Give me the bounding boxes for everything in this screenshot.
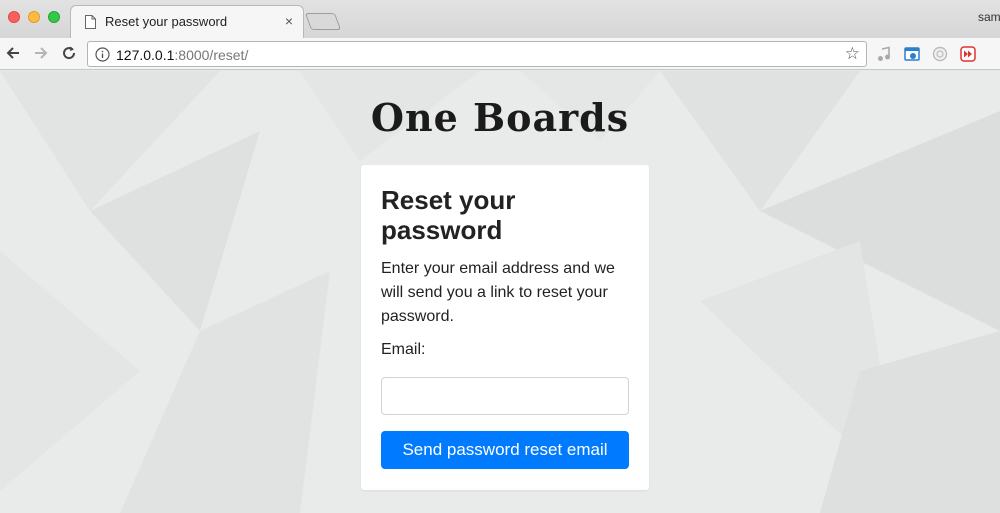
browser-titlebar: Reset your password × sam — [0, 0, 1000, 38]
browser-tab-active[interactable]: Reset your password × — [70, 5, 304, 38]
screenshot-extension-icon[interactable] — [904, 46, 920, 62]
send-reset-email-button[interactable]: Send password reset email — [381, 431, 629, 469]
star-icon[interactable]: ☆ — [845, 44, 860, 64]
reload-icon[interactable] — [60, 44, 78, 62]
forward-arrow-icon[interactable] — [32, 44, 50, 62]
url-path: :8000/reset/ — [174, 47, 249, 63]
fast-forward-extension-icon[interactable] — [960, 46, 976, 62]
music-extension-icon[interactable] — [876, 46, 892, 62]
url-text[interactable]: 127.0.0.1:8000/reset/ — [116, 47, 248, 63]
card-description: Enter your email address and we will sen… — [381, 260, 615, 325]
window-minimize-button[interactable] — [28, 11, 40, 23]
tab-close-icon[interactable]: × — [285, 13, 293, 29]
brand-logo-text[interactable]: One Boards — [0, 95, 1000, 140]
info-icon[interactable] — [95, 47, 110, 62]
address-bar[interactable]: 127.0.0.1:8000/reset/ ☆ — [87, 41, 867, 67]
document-icon — [85, 15, 96, 29]
window-maximize-button[interactable] — [48, 11, 60, 23]
page-body: One Boards Reset your password Enter you… — [0, 71, 1000, 513]
profile-name[interactable]: sam — [978, 10, 1000, 24]
new-tab-button[interactable] — [304, 13, 342, 30]
url-host: 127.0.0.1 — [116, 47, 175, 63]
circle-extension-icon[interactable] — [932, 46, 948, 62]
tab-title: Reset your password — [105, 14, 228, 29]
reset-password-card: Reset your password Enter your email add… — [361, 165, 649, 490]
browser-toolbar: 127.0.0.1:8000/reset/ ☆ — [0, 38, 1000, 70]
window-close-button[interactable] — [8, 11, 20, 23]
back-arrow-icon[interactable] — [4, 44, 22, 62]
email-label: Email: — [381, 341, 426, 358]
card-title: Reset your password — [381, 185, 516, 245]
email-field[interactable] — [381, 377, 629, 415]
